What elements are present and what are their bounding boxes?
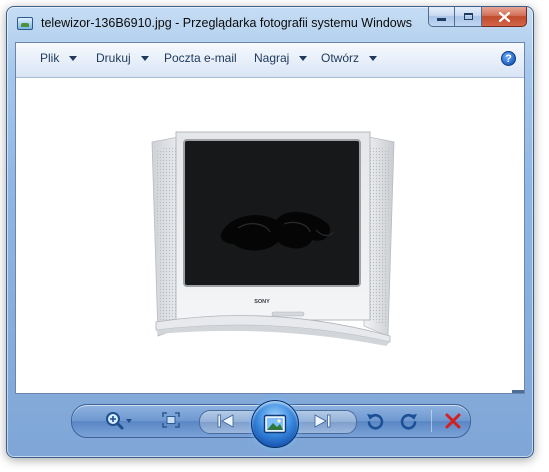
rotate-counterclockwise-icon [367, 413, 384, 430]
toolbar-separator [431, 410, 432, 432]
maximize-button[interactable] [455, 7, 482, 27]
menu-nagraj-label: Nagraj [254, 51, 290, 65]
television-image: SONY [151, 131, 395, 346]
image-viewport[interactable]: SONY [16, 78, 524, 393]
next-icon [314, 414, 331, 428]
slideshow-icon [263, 414, 287, 434]
previous-icon [217, 414, 234, 428]
zoom-button[interactable] [105, 411, 133, 431]
chevron-down-icon [140, 55, 149, 61]
minimize-icon [437, 18, 446, 21]
fit-to-window-icon [162, 412, 180, 428]
menu-otworz-label: Otwórz [321, 51, 360, 65]
menu-drukuj[interactable]: Drukuj [96, 51, 149, 65]
next-button[interactable] [309, 412, 335, 430]
delete-button[interactable] [443, 411, 463, 431]
rotate-counterclockwise-button[interactable] [365, 411, 385, 431]
help-glyph: ? [505, 52, 512, 65]
photo: SONY [138, 120, 408, 358]
command-bar: Plik Drukuj Poczta e-mail Nagraj Otwórz … [16, 43, 524, 78]
close-button[interactable] [482, 7, 527, 27]
maximize-icon [463, 13, 473, 20]
help-icon[interactable]: ? [501, 51, 516, 66]
photo-viewer-app-icon[interactable] [17, 17, 33, 30]
rotate-clockwise-button[interactable] [399, 411, 419, 431]
slideshow-button[interactable] [251, 400, 299, 448]
menu-plik[interactable]: Plik [40, 51, 78, 65]
rotate-clockwise-icon [400, 413, 417, 430]
caption-buttons [428, 7, 527, 27]
menu-plik-label: Plik [40, 51, 60, 65]
client-area: Plik Drukuj Poczta e-mail Nagraj Otwórz … [15, 42, 525, 394]
zoom-icon [106, 412, 132, 430]
menu-nagraj[interactable]: Nagraj [254, 51, 308, 65]
close-icon [498, 11, 510, 22]
window-title: telewizor-136B6910.jpg - Przeglądarka fo… [41, 16, 413, 30]
menu-poczta-e-mail[interactable]: Poczta e-mail [164, 51, 237, 65]
menu-otworz[interactable]: Otwórz [321, 51, 378, 65]
minimize-button[interactable] [428, 7, 455, 27]
menu-poczta-e-mail-label: Poczta e-mail [164, 51, 237, 65]
menu-drukuj-label: Drukuj [96, 51, 131, 65]
photo-viewer-window: telewizor-136B6910.jpg - Przeglądarka fo… [6, 6, 534, 458]
viewport-edge [512, 390, 524, 393]
tv-brand-mark: SONY [254, 299, 270, 305]
control-bar [15, 397, 525, 449]
fit-to-window-button[interactable] [162, 412, 180, 428]
chevron-down-icon [299, 55, 308, 61]
chevron-down-icon [369, 55, 378, 61]
delete-icon [445, 413, 461, 429]
chevron-down-icon [69, 55, 78, 61]
title-bar[interactable]: telewizor-136B6910.jpg - Przeglądarka fo… [7, 7, 533, 37]
previous-button[interactable] [213, 412, 239, 430]
